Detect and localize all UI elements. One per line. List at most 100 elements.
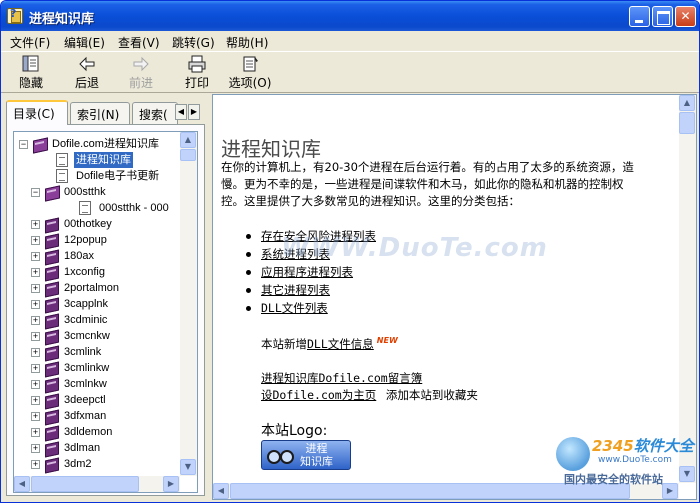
logo-text-line: 知识库 <box>300 455 333 468</box>
scroll-up-icon[interactable]: ▲ <box>180 132 196 148</box>
collapse-icon[interactable]: − <box>31 188 40 197</box>
book-open-icon <box>44 185 59 199</box>
book-icon <box>44 265 59 279</box>
news-prefix: 本站新增 <box>261 337 307 351</box>
book-icon <box>44 457 59 471</box>
expand-icon[interactable]: + <box>31 220 40 229</box>
tree-item-label: 2portalmon <box>64 282 120 294</box>
watermark-url: www.DuoTe.com <box>598 455 672 465</box>
scroll-up-icon[interactable]: ▲ <box>679 95 695 111</box>
link-dll-files[interactable]: DLL文件列表 <box>261 301 328 315</box>
logo-text: 进程 知识库 <box>300 442 333 468</box>
link-dll-info[interactable]: DLL文件信息 <box>307 337 374 351</box>
watermark-brand: 2345软件大全 <box>592 437 694 455</box>
menu-edit[interactable]: 编辑(E) <box>64 34 105 51</box>
expand-icon[interactable]: + <box>31 252 40 261</box>
scroll-left-icon[interactable]: ◀ <box>213 483 229 499</box>
collapse-icon[interactable]: − <box>19 140 28 149</box>
tree-item-label: 3cmlink <box>64 346 102 358</box>
back-button[interactable]: 后退 <box>62 55 112 91</box>
tab-scroll-left-icon[interactable]: ◀ <box>175 104 187 120</box>
expand-icon[interactable]: + <box>31 428 40 437</box>
menu-view[interactable]: 查看(V) <box>118 34 160 51</box>
expand-icon[interactable]: + <box>31 316 40 325</box>
menu-help[interactable]: 帮助(H) <box>226 34 268 51</box>
tree-horizontal-scrollbar[interactable]: ◀ ▶ <box>14 476 180 492</box>
tab-contents[interactable]: 目录(C) <box>6 100 68 125</box>
window-title: 进程知识库 <box>29 12 95 27</box>
expand-icon[interactable]: + <box>31 236 40 245</box>
close-button[interactable] <box>675 6 696 27</box>
maximize-button[interactable] <box>652 6 673 27</box>
tree-item-label: 00thotkey <box>64 218 112 230</box>
hide-button[interactable]: 隐藏 <box>6 55 56 91</box>
scroll-right-icon[interactable]: ▶ <box>163 476 179 492</box>
book-icon <box>44 345 59 359</box>
title-bar[interactable]: 进程知识库 <box>1 1 699 31</box>
expand-icon[interactable]: + <box>31 444 40 453</box>
tree-item-label: 进程知识库 <box>74 152 133 168</box>
guestbook-line: 进程知识库Dofile.com留言簿 <box>261 370 422 386</box>
expand-icon[interactable]: + <box>31 348 40 357</box>
page-icon <box>56 153 68 167</box>
scroll-down-icon[interactable]: ▼ <box>180 459 196 475</box>
book-icon <box>44 281 59 295</box>
tree-hscroll-thumb[interactable] <box>31 476 139 492</box>
expand-icon[interactable]: + <box>31 412 40 421</box>
watermark-slogan: 国内最安全的软件站 <box>564 473 663 486</box>
menu-go[interactable]: 跳转(G) <box>172 34 215 51</box>
contents-tree[interactable]: − Dofile.com进程知识库 进程知识库 Dofile电子书更新 − 000stth… <box>13 131 198 493</box>
add-favorites-text[interactable]: 添加本站到收藏夹 <box>386 388 478 402</box>
expand-icon[interactable]: + <box>31 284 40 293</box>
book-icon <box>44 313 59 327</box>
back-arrow-icon <box>77 55 97 73</box>
print-button[interactable]: 打印 <box>172 55 222 91</box>
expand-icon[interactable]: + <box>31 300 40 309</box>
homepage-line: 设Dofile.com为主页 添加本站到收藏夹 <box>261 387 478 403</box>
forward-button[interactable]: 前进 <box>116 55 166 91</box>
site-logo[interactable]: 进程 知识库 <box>261 440 351 470</box>
hide-label: 隐藏 <box>18 76 43 90</box>
printer-icon <box>187 55 207 73</box>
tree-scroll-thumb[interactable] <box>180 149 196 161</box>
logo-text-line: 进程 <box>305 442 328 455</box>
book-icon <box>44 249 59 263</box>
tree-vertical-scrollbar[interactable]: ▲ ▼ <box>180 132 197 476</box>
link-guestbook[interactable]: 进程知识库Dofile.com留言簿 <box>261 371 422 385</box>
watermark-text: WWW.DuoTe.com <box>281 233 548 263</box>
content-scroll-thumb[interactable] <box>679 112 695 134</box>
nav-tabs: 目录(C) 索引(N) 搜索( ◀ ▶ <box>6 100 206 125</box>
scroll-right-icon[interactable]: ▶ <box>662 483 678 499</box>
tree-item-label: 3dldemon <box>64 426 113 438</box>
tab-index[interactable]: 索引(N) <box>70 102 130 124</box>
expand-icon[interactable]: + <box>31 268 40 277</box>
tab-scroll-right-icon[interactable]: ▶ <box>188 104 200 120</box>
link-other-processes[interactable]: 其它进程列表 <box>261 283 330 297</box>
options-label: 选项(O) <box>228 76 272 90</box>
navigation-pane: 目录(C) 索引(N) 搜索( ◀ ▶ − Dofile.com进程知识库 进程知识… <box>1 94 208 501</box>
tree-item-label: 3dlman <box>64 442 101 454</box>
page-icon <box>56 169 68 183</box>
tree-item-label: 3dfxman <box>64 410 107 422</box>
expand-icon[interactable]: + <box>31 332 40 341</box>
link-set-homepage[interactable]: 设Dofile.com为主页 <box>261 388 376 402</box>
expand-icon[interactable]: + <box>31 380 40 389</box>
minimize-button[interactable] <box>629 6 650 27</box>
link-app-processes[interactable]: 应用程序进程列表 <box>261 265 353 279</box>
list-item: 其它进程列表 <box>243 281 376 299</box>
intro-line: 控。这里提供了大多数常见的进程知识。这里的分类包括： <box>221 194 520 208</box>
content-vertical-scrollbar[interactable]: ▲ ▼ <box>679 95 696 483</box>
book-open-icon <box>32 137 47 151</box>
tree-item-label: 000stthk <box>64 186 106 198</box>
expand-icon[interactable]: + <box>31 364 40 373</box>
scroll-left-icon[interactable]: ◀ <box>14 476 30 492</box>
back-label: 后退 <box>74 76 99 90</box>
book-icon <box>44 409 59 423</box>
news-line: 本站新增DLL文件信息 NEW <box>261 336 398 352</box>
expand-icon[interactable]: + <box>31 396 40 405</box>
expand-icon[interactable]: + <box>31 460 40 469</box>
options-button[interactable]: 选项(O) <box>225 55 275 91</box>
tab-search[interactable]: 搜索( <box>132 102 178 124</box>
menu-file[interactable]: 文件(F) <box>10 34 50 51</box>
book-icon <box>44 377 59 391</box>
